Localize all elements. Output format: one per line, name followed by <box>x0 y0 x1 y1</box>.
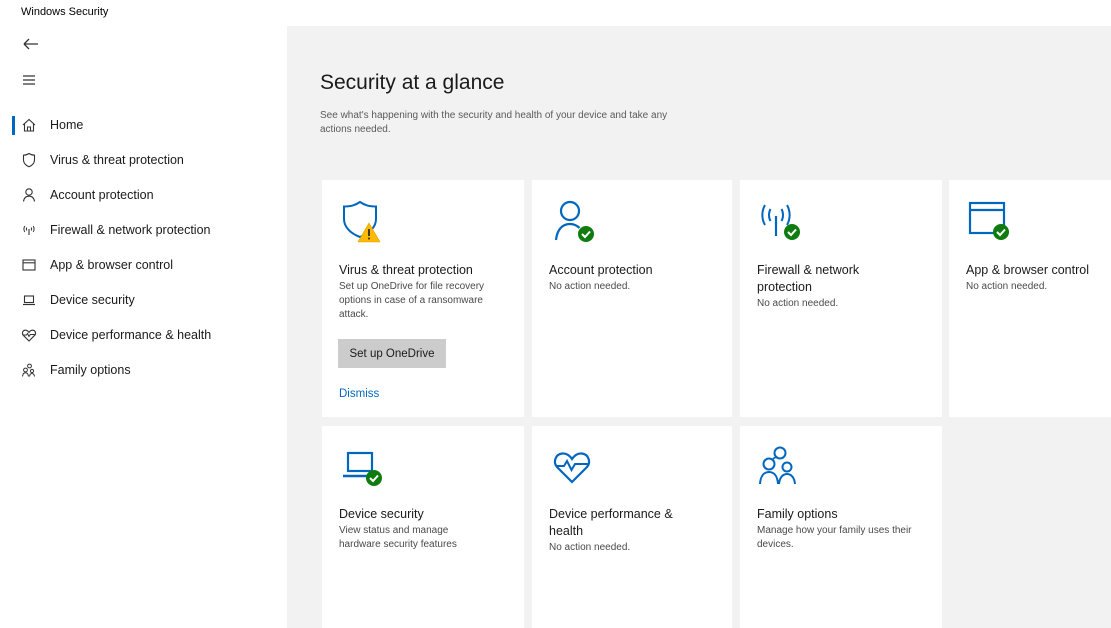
main-content: Security at a glance See what's happenin… <box>287 26 1111 628</box>
sidebar-item-label: Device security <box>50 293 135 307</box>
card-description: No action needed. <box>549 542 631 553</box>
back-button[interactable] <box>16 32 44 56</box>
person-check-icon <box>554 200 594 242</box>
sidebar-item-label: Account protection <box>50 188 154 202</box>
card-family-options[interactable]: Family options Manage how your family us… <box>740 426 942 628</box>
sidebar-item-virus-threat-protection[interactable]: Virus & threat protection <box>0 143 287 178</box>
sidebar-item-label: Device performance & health <box>50 328 212 342</box>
wireless-check-icon <box>761 204 800 240</box>
home-icon <box>22 118 36 132</box>
card-description: Manage how your family uses their device… <box>757 525 912 550</box>
card-title: Firewall & network protection <box>757 263 860 294</box>
sidebar-item-label: Virus & threat protection <box>50 153 184 167</box>
sidebar-item-label: Family options <box>50 363 131 377</box>
sidebar-item-device-security[interactable]: Device security <box>0 283 287 318</box>
heart-pulse-icon <box>21 329 37 342</box>
card-description: No action needed. <box>549 281 631 292</box>
laptop-check-icon <box>343 451 382 486</box>
card-device-performance-health[interactable]: Device performance & health No action ne… <box>532 426 732 628</box>
card-device-security[interactable]: Device security View status and manage h… <box>322 426 524 628</box>
page-subtitle: See what's happening with the security a… <box>320 110 668 135</box>
shield-icon <box>22 152 36 168</box>
app-window-check-icon <box>968 201 1009 240</box>
card-title: Device security <box>339 507 424 521</box>
sidebar-item-home[interactable]: Home <box>0 108 287 143</box>
sidebar-item-label: Firewall & network protection <box>50 223 211 237</box>
sidebar-item-account-protection[interactable]: Account protection <box>0 178 287 213</box>
sidebar-nav: Home Virus & threat protection Account p… <box>0 108 287 388</box>
card-app-browser-control[interactable]: App & browser control No action needed. <box>949 180 1111 417</box>
family-icon <box>22 363 35 377</box>
hamburger-menu-icon <box>23 75 35 85</box>
card-firewall-network-protection[interactable]: Firewall & network protection No action … <box>740 180 942 417</box>
card-title: Virus & threat protection <box>339 263 473 277</box>
sidebar-item-family-options[interactable]: Family options <box>0 353 287 388</box>
page-title: Security at a glance <box>320 71 505 94</box>
sidebar-item-label: App & browser control <box>50 258 173 272</box>
sidebar-item-firewall-network-protection[interactable]: Firewall & network protection <box>0 213 287 248</box>
shield-warning-icon <box>343 200 381 243</box>
card-description: No action needed. <box>757 298 839 309</box>
card-virus-threat-protection[interactable]: Virus & threat protection Set up OneDriv… <box>322 180 524 417</box>
card-account-protection[interactable]: Account protection No action needed. <box>532 180 732 417</box>
dismiss-link[interactable]: Dismiss <box>339 388 379 400</box>
person-icon <box>22 188 36 202</box>
app-window-icon <box>22 259 36 271</box>
family-icon <box>759 446 796 485</box>
wireless-signal-icon <box>23 225 35 235</box>
heart-pulse-icon <box>553 452 591 484</box>
card-description: Set up OneDrive for file recovery option… <box>339 281 485 320</box>
setup-onedrive-button[interactable]: Set up OneDrive <box>338 339 446 368</box>
sidebar: Home Virus & threat protection Account p… <box>0 26 287 628</box>
back-arrow-icon <box>23 38 38 50</box>
sidebar-item-app-browser-control[interactable]: App & browser control <box>0 248 287 283</box>
card-title: Device performance & health <box>549 507 673 538</box>
laptop-icon <box>23 295 35 306</box>
selection-indicator <box>12 116 15 135</box>
title-bar: Windows Security <box>0 0 1111 26</box>
card-title: App & browser control <box>966 263 1089 277</box>
card-description: No action needed. <box>966 281 1048 292</box>
sidebar-item-device-performance-health[interactable]: Device performance & health <box>0 318 287 353</box>
card-title: Family options <box>757 507 838 521</box>
menu-button[interactable] <box>16 68 44 92</box>
card-title: Account protection <box>549 263 653 277</box>
sidebar-item-label: Home <box>50 118 84 132</box>
card-description: View status and manage hardware security… <box>339 525 457 550</box>
window-title: Windows Security <box>21 6 109 18</box>
